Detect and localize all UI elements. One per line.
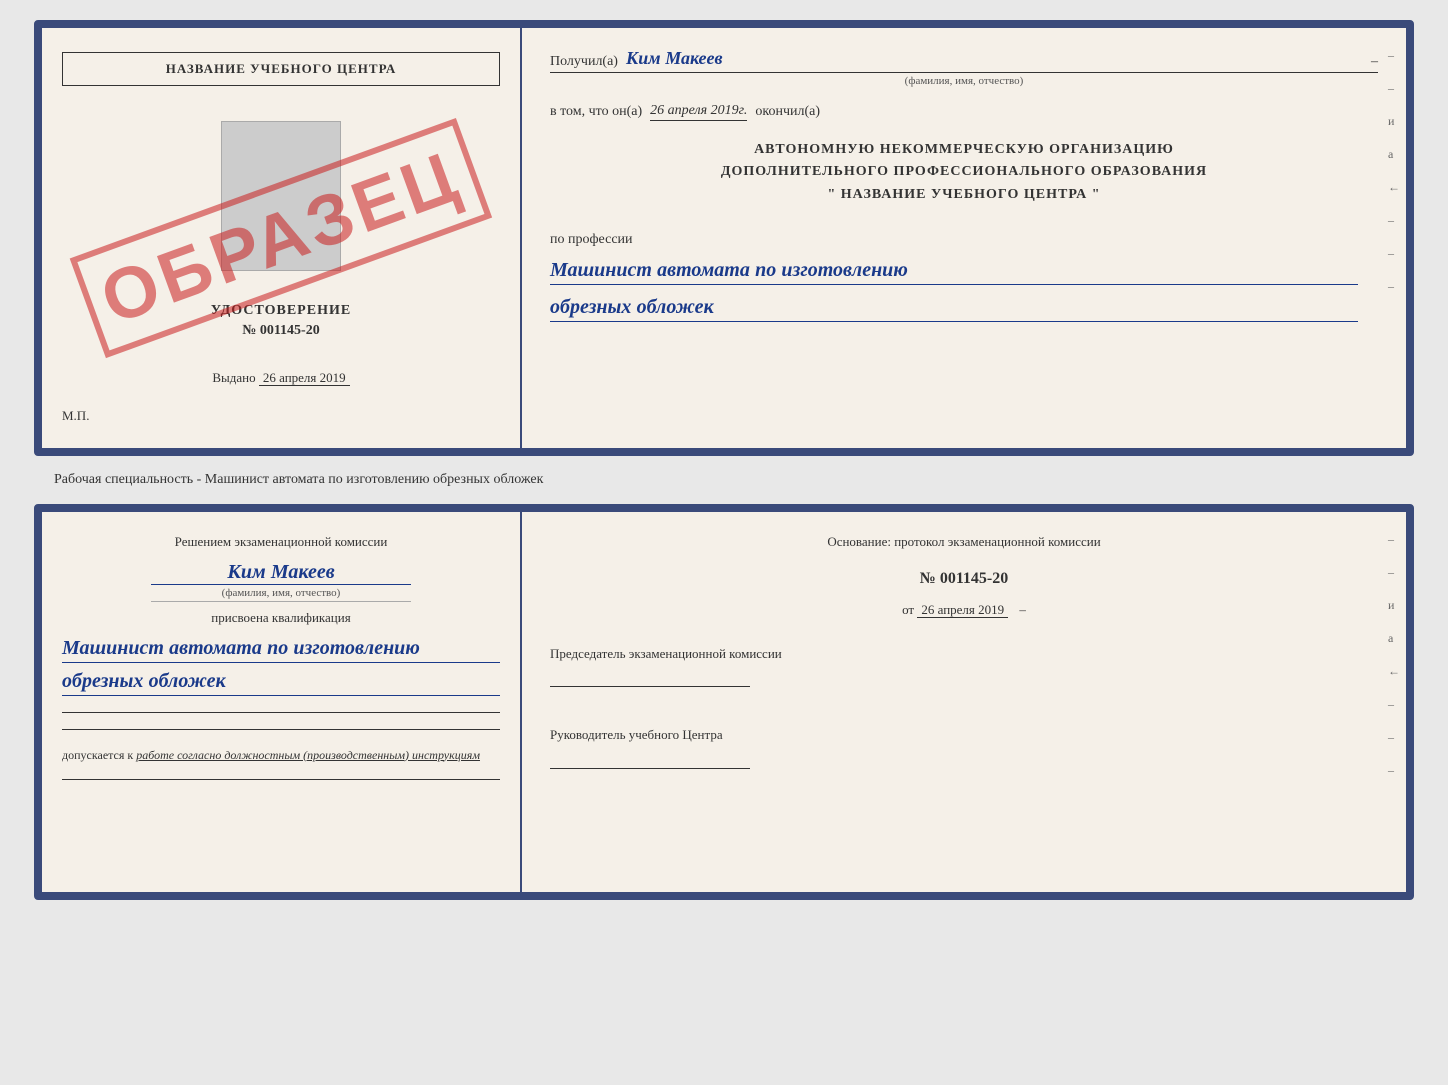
top-card-left: НАЗВАНИЕ УЧЕБНОГО ЦЕНТРА УДОСТОВЕРЕНИЕ №… [42, 28, 522, 448]
top-card-right: Получил(а) Ким Макеев – (фамилия, имя, о… [522, 28, 1406, 448]
mp-label: М.П. [62, 408, 89, 424]
profession-line1: Машинист автомата по изготовлению [550, 256, 1358, 285]
vydano-date: 26 апреля 2019 [259, 370, 350, 386]
profession-line2: обрезных обложек [550, 293, 1358, 322]
bottom-document-card: Решением экзаменационной комиссии Ким Ма… [34, 504, 1414, 900]
margin-arrow: ← [1388, 180, 1400, 195]
photo-placeholder [221, 121, 341, 271]
top-document-card: НАЗВАНИЕ УЧЕБНОГО ЦЕНТРА УДОСТОВЕРЕНИЕ №… [34, 20, 1414, 456]
margin-a-bottom: а [1388, 631, 1400, 646]
po-professii-label: по профессии [550, 232, 1358, 248]
udostoverenie-title: УДОСТОВЕРЕНИЕ [211, 303, 351, 319]
kvalifikaciya-line1: Машинист автомата по изготовлению [62, 634, 500, 663]
poluchil-label: Получил(а) [550, 54, 618, 70]
rukovoditel-label: Руководитель учебного Центра [550, 725, 1378, 745]
vydano-label: Выдано [212, 370, 255, 385]
margin-i: и [1388, 114, 1400, 129]
protocol-number: № 001145-20 [550, 570, 1378, 588]
ot-date-row: от 26 апреля 2019 – [550, 602, 1378, 618]
dopuskaetsya-label: допускается к [62, 748, 133, 762]
okonchil-label: окончил(а) [755, 104, 820, 120]
dopuskaetsya-text: работе согласно должностным (производств… [136, 748, 480, 762]
completion-date: 26 апреля 2019г. [650, 103, 747, 121]
fio-label-top: (фамилия, имя, отчество) [550, 75, 1378, 87]
vtom-label: в том, что он(а) [550, 104, 642, 120]
vydano-row: Выдано 26 апреля 2019 [212, 370, 349, 386]
prisvoena-label: присвоена квалификация [62, 610, 500, 626]
ot-date-value: 26 апреля 2019 [917, 602, 1008, 618]
dopuskaetsya-block: допускается к работе согласно должностны… [62, 748, 500, 763]
margin-a: а [1388, 147, 1400, 162]
org-block: АВТОНОМНУЮ НЕКОММЕРЧЕСКУЮ ОРГАНИЗАЦИЮ ДО… [550, 139, 1378, 206]
rukovoditel-signature-line [550, 749, 750, 769]
dash-1: – [1371, 54, 1378, 70]
recipient-name: Ким Макеев [626, 48, 723, 70]
margin-arrow-bottom: ← [1388, 664, 1400, 679]
predsedatel-signature-line [550, 667, 750, 687]
predsedatel-block: Председатель экзаменационной комиссии [550, 644, 1378, 688]
org-line2: ДОПОЛНИТЕЛЬНОГО ПРОФЕССИОНАЛЬНОГО ОБРАЗО… [550, 161, 1378, 183]
school-name-top: НАЗВАНИЕ УЧЕБНОГО ЦЕНТРА [62, 52, 500, 86]
org-line3: " НАЗВАНИЕ УЧЕБНОГО ЦЕНТРА " [550, 184, 1378, 206]
bottom-name-handwritten: Ким Макеев [151, 560, 411, 585]
bottom-right-margin: – – и а ← – – – [1388, 532, 1400, 778]
kvalifikaciya-line2: обрезных обложек [62, 667, 500, 696]
bottom-card-right: Основание: протокол экзаменационной коми… [522, 512, 1406, 892]
vtom-row: в том, что он(а) 26 апреля 2019г. окончи… [550, 103, 1378, 121]
rukovoditel-block: Руководитель учебного Центра [550, 713, 1378, 769]
udostoverenie-block: УДОСТОВЕРЕНИЕ № 001145-20 [211, 303, 351, 339]
predsedatel-label: Председатель экзаменационной комиссии [550, 644, 1378, 664]
osnovanie-label: Основание: протокол экзаменационной коми… [550, 532, 1378, 552]
fio-label-bottom: (фамилия, имя, отчество) [151, 587, 411, 602]
bottom-card-left: Решением экзаменационной комиссии Ким Ма… [42, 512, 522, 892]
resheniem-label: Решением экзаменационной комиссии [62, 532, 500, 552]
ot-label: от [902, 602, 914, 617]
udostoverenie-number: № 001145-20 [211, 323, 351, 339]
right-margin-dashes: – – и а ← – – – [1388, 48, 1400, 294]
specialty-caption: Рабочая специальность - Машинист автомат… [54, 472, 543, 488]
margin-i-bottom: и [1388, 598, 1400, 613]
dash-bottom-right: – [1019, 602, 1026, 617]
org-line1: АВТОНОМНУЮ НЕКОММЕРЧЕСКУЮ ОРГАНИЗАЦИЮ [550, 139, 1378, 161]
